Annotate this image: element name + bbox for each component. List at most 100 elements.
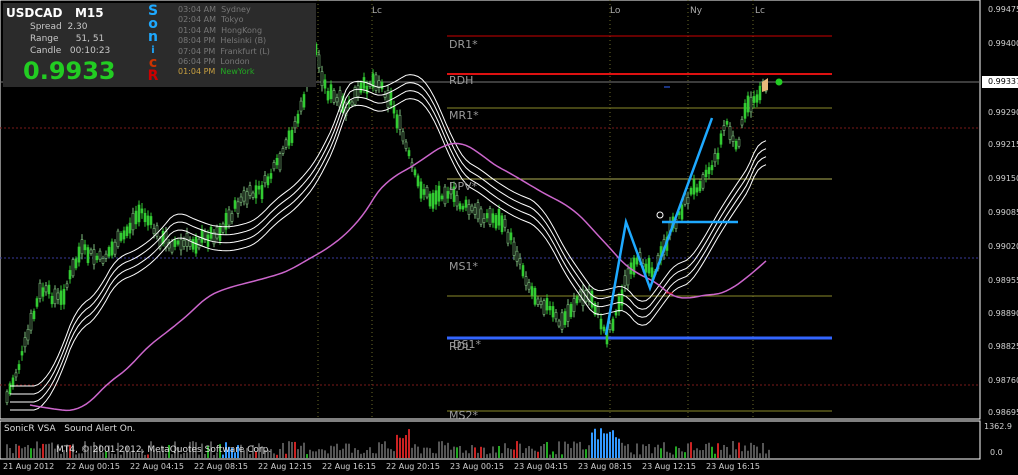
volume-bar [330,445,332,458]
candle-body [92,249,96,265]
candle-body [233,200,237,209]
volume-bar [759,453,761,458]
volume-bar [552,451,554,458]
volume-bar [615,437,617,458]
envelope-lower [10,98,767,411]
price-tick: 0.99150 [988,174,1018,183]
volume-bar [309,449,311,458]
price-tick: 0.99085 [988,208,1018,217]
candle-body [434,190,438,205]
candle-body [86,247,90,263]
mr1-label: MR1* [449,109,479,122]
volume-bar [393,451,395,458]
ds1-label: DS1* [453,338,481,351]
candle-body [200,228,204,243]
candle-body [389,91,393,106]
candle-body [173,239,177,247]
volume-bar [600,428,602,458]
candle-body [635,257,639,265]
volume-bar [147,454,149,458]
volume-bar [651,453,653,458]
candle-body [110,241,114,256]
time-tick: 23 Aug 00:15 [450,462,504,471]
candle-body [299,100,303,112]
candle-body [230,213,234,222]
volume-bar [492,446,494,458]
volume-bar [549,454,551,458]
time-tick: 22 Aug 20:15 [386,462,440,471]
volume-bar [12,453,14,458]
candle-body [197,238,201,249]
volume-bar [438,441,440,458]
volume-min: 0.0 [990,448,1003,457]
pivot-circle [656,211,664,219]
candle-body [743,103,747,119]
session-row: 08:04 PM Helsinki (B) [178,36,270,46]
candle-body [413,169,417,176]
session-marker-lc2: Lc [755,6,765,16]
candle-body [89,249,93,254]
candle-body [521,265,525,277]
volume-bar [531,448,533,458]
price-tick-current: 0.99337 [988,77,1018,86]
alert-status: Sound Alert On. [64,424,136,434]
volume-bar [318,449,320,458]
candle-body [95,255,99,261]
time-axis[interactable]: 21 Aug 2012 22 Aug 00:15 22 Aug 04:15 22… [0,460,980,475]
session-row: 06:04 PM London [178,57,270,67]
session-row: 01:04 AM HongKong [178,26,270,36]
volume-bar [198,454,200,458]
candle-body [236,201,240,214]
candle-body [740,119,744,126]
volume-bar [297,449,299,458]
indicator-name: SonicR VSA [4,424,56,434]
session-city: Tokyo [221,15,244,25]
volume-bar [15,443,17,458]
candle-body [359,82,363,93]
candle-body [176,240,180,245]
volume-bar [426,447,428,458]
candle-body [179,238,183,251]
candle-body [548,306,552,311]
volume-bar [504,443,506,458]
volume-bar [705,443,707,458]
price-tick: 0.99215 [988,140,1018,149]
timeframe-label: M15 [74,6,104,20]
candle-body [251,192,255,198]
volume-bar [279,448,281,458]
volume-bar [429,448,431,458]
volume-bar [453,446,455,458]
volume-bar [285,453,287,458]
volume-bar [315,451,317,458]
price-axis[interactable]: 0.99475 0.99400 0.99337 0.99290 0.99215 … [982,0,1018,419]
candle-body [470,205,474,212]
volume-bar [534,450,536,458]
dpv-label: DPV* [449,180,478,193]
candle-body [476,202,480,220]
price-tick: 0.99400 [988,39,1018,48]
candle-body [332,90,336,103]
volume-bar [489,453,491,458]
candle-body [80,239,84,255]
volume-bar [744,445,746,458]
volume-bar [627,444,629,458]
candle-body [5,391,9,403]
candle-body [245,191,249,205]
price-tick: 0.98695 [988,408,1018,417]
volume-bar [375,453,377,458]
volume-bar [27,445,29,458]
volume-bar [579,441,581,458]
envelope-mid-lower [10,90,767,403]
candle-body [722,125,726,131]
candle-body [416,175,420,187]
volume-bar [339,450,341,458]
volume-bar [471,445,473,458]
candle-body [539,300,543,305]
session-time: 08:04 PM [178,36,216,46]
volume-bar [411,447,413,458]
volume-bar [441,441,443,458]
volume-bar [291,441,293,458]
candle-body [131,213,135,231]
chart-window[interactable]: USDCAD M15 Spread 2.30 Range 51, 51 Cand… [0,0,1018,475]
volume-bar [555,454,557,458]
